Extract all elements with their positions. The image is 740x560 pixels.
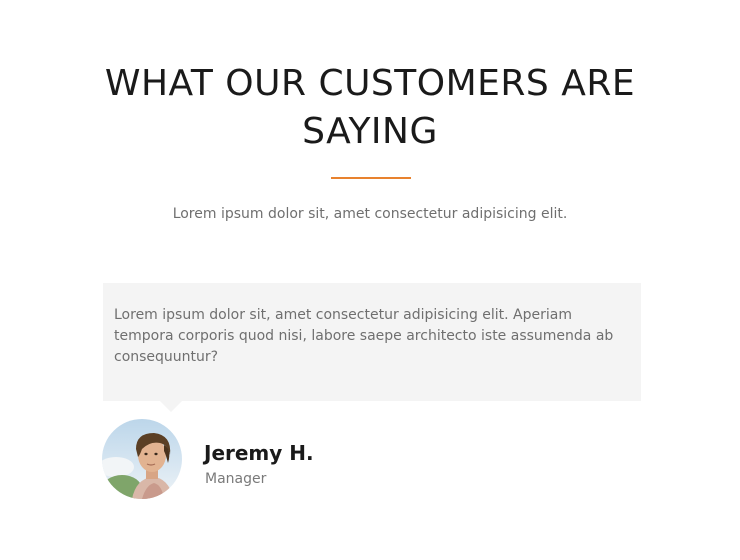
section-title: WHAT OUR CUSTOMERS ARE SAYING xyxy=(104,63,636,152)
speech-pointer xyxy=(160,401,182,412)
section-subtitle: Lorem ipsum dolor sit, amet consectetur … xyxy=(172,206,568,222)
testimonials-section: WHAT OUR CUSTOMERS ARE SAYING Lorem ipsu… xyxy=(0,0,740,560)
testimonial-quote: Lorem ipsum dolor sit, amet consectetur … xyxy=(114,307,614,365)
title-divider xyxy=(331,177,411,179)
author-avatar xyxy=(102,419,182,499)
author-role: Manager xyxy=(205,471,267,487)
testimonial-card: Lorem ipsum dolor sit, amet consectetur … xyxy=(103,283,641,401)
avatar-photo-icon xyxy=(102,419,182,499)
author-name: Jeremy H. xyxy=(204,441,314,465)
